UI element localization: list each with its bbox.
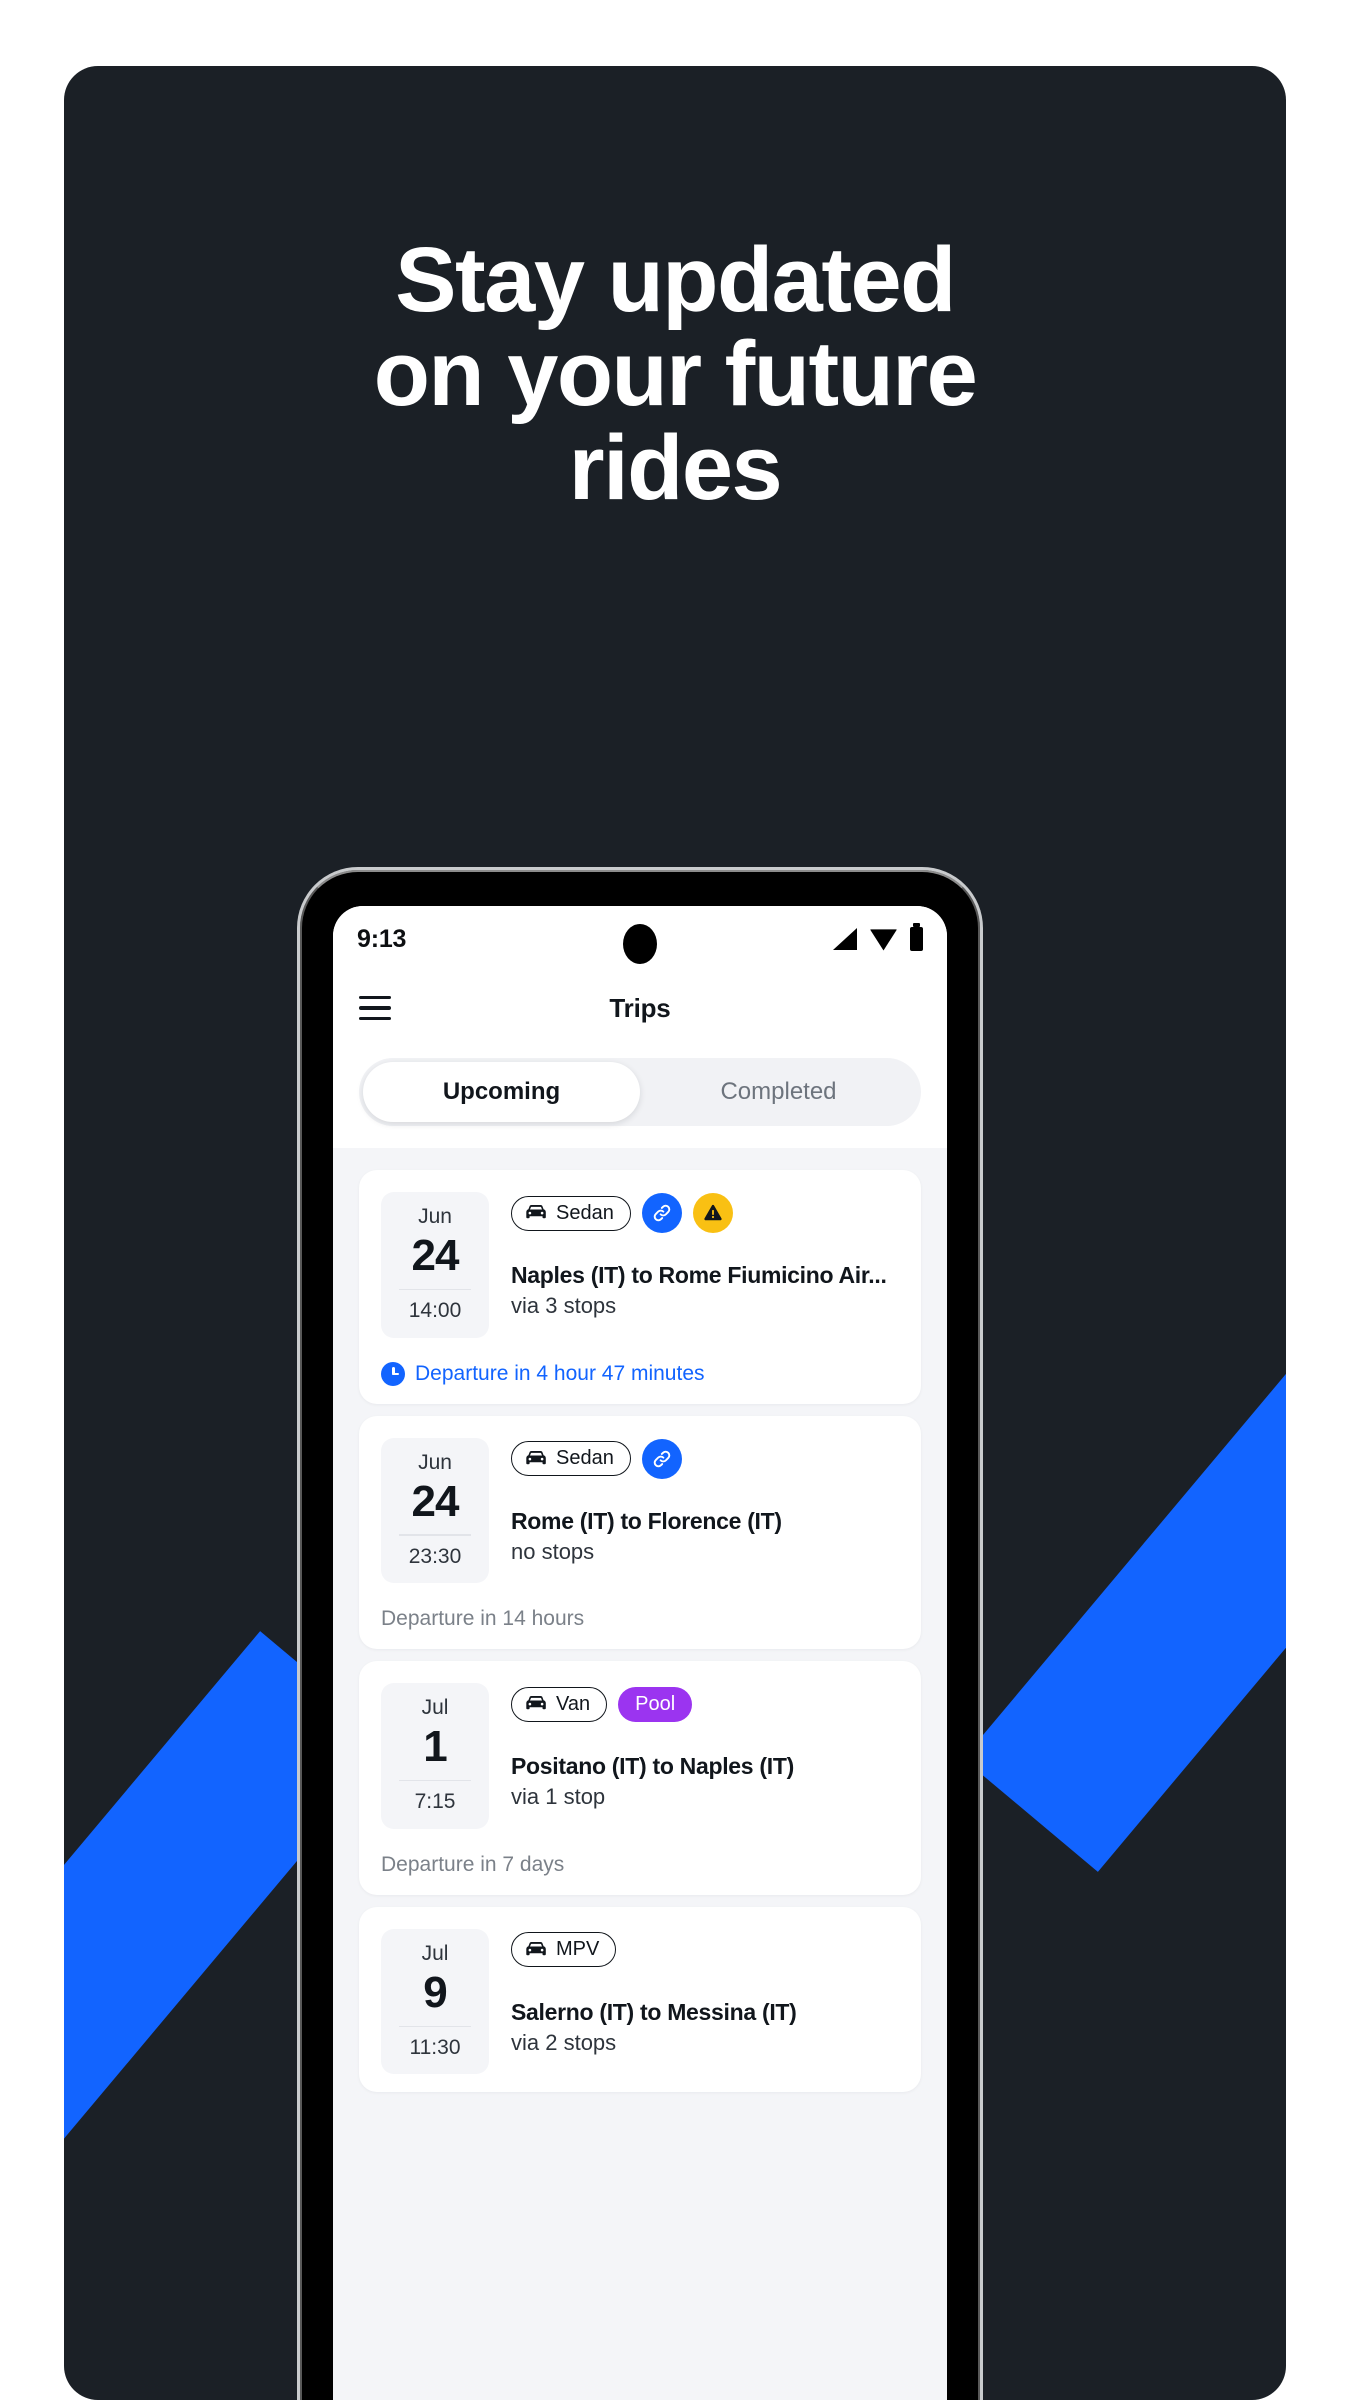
trip-card[interactable]: Jun 24 14:00 Sedan Naples (IT) to Rome Fiumi…	[359, 1170, 921, 1404]
vehicle-type-pill: Van	[511, 1686, 608, 1722]
status-bar-icons	[833, 923, 923, 951]
trip-time: 23:30	[408, 1544, 462, 1568]
trip-route: Positano (IT) to Naples (IT)	[511, 1753, 794, 1780]
hero-line-1: Stay updated	[395, 229, 956, 331]
trip-route: Rome (IT) to Florence (IT)	[511, 1507, 782, 1534]
vehicle-type-label: Van	[556, 1692, 591, 1715]
trip-card[interactable]: Jul 9 11:30 MPV Salerno (IT) to Messina (IT)…	[359, 1906, 921, 2093]
trip-time: 14:00	[408, 1299, 462, 1323]
page-title: Trips	[609, 992, 671, 1023]
trip-card[interactable]: Jun 24 23:30 Sedan Rome (IT) to Florence (IT…	[359, 1415, 921, 1650]
trip-month: Jul	[421, 1696, 449, 1720]
tab-upcoming[interactable]: Upcoming	[363, 1062, 640, 1122]
vehicle-type-label: Sedan	[556, 1447, 614, 1470]
trip-date-box: Jun 24 14:00	[381, 1192, 489, 1338]
departure-countdown: Departure in 7 days	[381, 1853, 899, 1877]
trip-badges: MPV	[511, 1929, 899, 1971]
signal-icon	[833, 928, 857, 950]
departure-label: Departure in 7 days	[381, 1852, 565, 1876]
trip-stops: via 3 stops	[511, 1293, 617, 1318]
phone-mockup: 9:13 Trips Upcoming Completed Jun 24 14:…	[300, 870, 980, 2400]
trip-day: 24	[411, 1231, 460, 1281]
trip-badges: Sedan	[511, 1438, 899, 1480]
battery-icon	[910, 923, 923, 951]
front-camera-punchhole	[623, 924, 657, 964]
hero-line-2: on your future	[373, 322, 978, 425]
tabs-container: Upcoming Completed	[333, 1044, 947, 1148]
trip-badges: Van Pool	[511, 1683, 899, 1725]
screenshot-stage: Stay updated on your future rides 9:13 T…	[0, 0, 1350, 2400]
vehicle-type-pill: MPV	[511, 1932, 617, 1968]
car-icon	[524, 1450, 548, 1467]
vehicle-type-pill: Sedan	[511, 1195, 631, 1231]
trip-badges: Sedan	[511, 1192, 899, 1234]
segmented-control: Upcoming Completed	[359, 1058, 921, 1126]
departure-label: Departure in 14 hours	[381, 1607, 585, 1631]
hamburger-menu-icon[interactable]	[359, 995, 391, 1021]
trip-card[interactable]: Jul 1 7:15 Van Pool Positano (IT) to Naples (…	[359, 1661, 921, 1895]
car-icon	[524, 1941, 548, 1958]
link-icon[interactable]	[641, 1193, 682, 1233]
vehicle-type-pill: Sedan	[511, 1441, 631, 1477]
trip-date-box: Jul 1 7:15	[381, 1683, 489, 1829]
trip-route: Naples (IT) to Rome Fiumicino Air...	[511, 1262, 887, 1288]
phone-screen: 9:13 Trips Upcoming Completed Jun 24 14:…	[333, 906, 947, 2400]
trip-month: Jun	[418, 1205, 452, 1228]
trip-day: 9	[423, 1967, 447, 2017]
trip-stops: via 1 stop	[511, 1784, 606, 1810]
date-divider	[399, 1779, 471, 1782]
pool-badge: Pool	[618, 1686, 693, 1722]
departure-countdown: Departure in 14 hours	[381, 1607, 899, 1631]
date-divider	[399, 2025, 471, 2027]
warning-icon[interactable]	[692, 1193, 733, 1233]
trip-day: 24	[411, 1476, 460, 1526]
date-divider	[399, 1288, 471, 1291]
trip-stops: no stops	[511, 1538, 595, 1564]
wifi-icon	[870, 929, 897, 951]
status-bar-time: 9:13	[357, 924, 407, 953]
trip-month: Jun	[418, 1450, 452, 1474]
trip-stops: via 2 stops	[511, 2029, 617, 2055]
link-icon[interactable]	[641, 1438, 682, 1479]
clock-icon	[381, 1361, 405, 1386]
trip-day: 1	[423, 1722, 447, 1772]
departure-countdown: Departure in 4 hour 47 minutes	[381, 1361, 899, 1386]
decorative-blue-stripe-right	[963, 916, 1286, 1872]
date-divider	[399, 1534, 471, 1536]
vehicle-type-label: MPV	[556, 1938, 600, 1961]
car-icon	[524, 1696, 548, 1712]
trip-time: 11:30	[409, 2036, 461, 2059]
trip-route: Salerno (IT) to Messina (IT)	[511, 1998, 797, 2025]
tab-completed[interactable]: Completed	[640, 1062, 917, 1122]
departure-label: Departure in 4 hour 47 minutes	[415, 1361, 705, 1385]
trips-list[interactable]: Jun 24 14:00 Sedan Naples (IT) to Rome Fiumi…	[333, 1148, 947, 2400]
trip-date-box: Jul 9 11:30	[381, 1928, 489, 2075]
trip-date-box: Jun 24 23:30	[381, 1437, 489, 1584]
vehicle-type-label: Sedan	[556, 1201, 614, 1224]
car-icon	[524, 1205, 548, 1221]
status-bar: 9:13	[333, 906, 947, 972]
app-bar: Trips	[333, 972, 947, 1044]
hero-headline: Stay updated on your future rides	[64, 229, 1286, 519]
trip-time: 7:15	[414, 1790, 456, 1814]
trip-month: Jul	[421, 1941, 449, 1965]
hero-line-3: rides	[568, 416, 783, 519]
